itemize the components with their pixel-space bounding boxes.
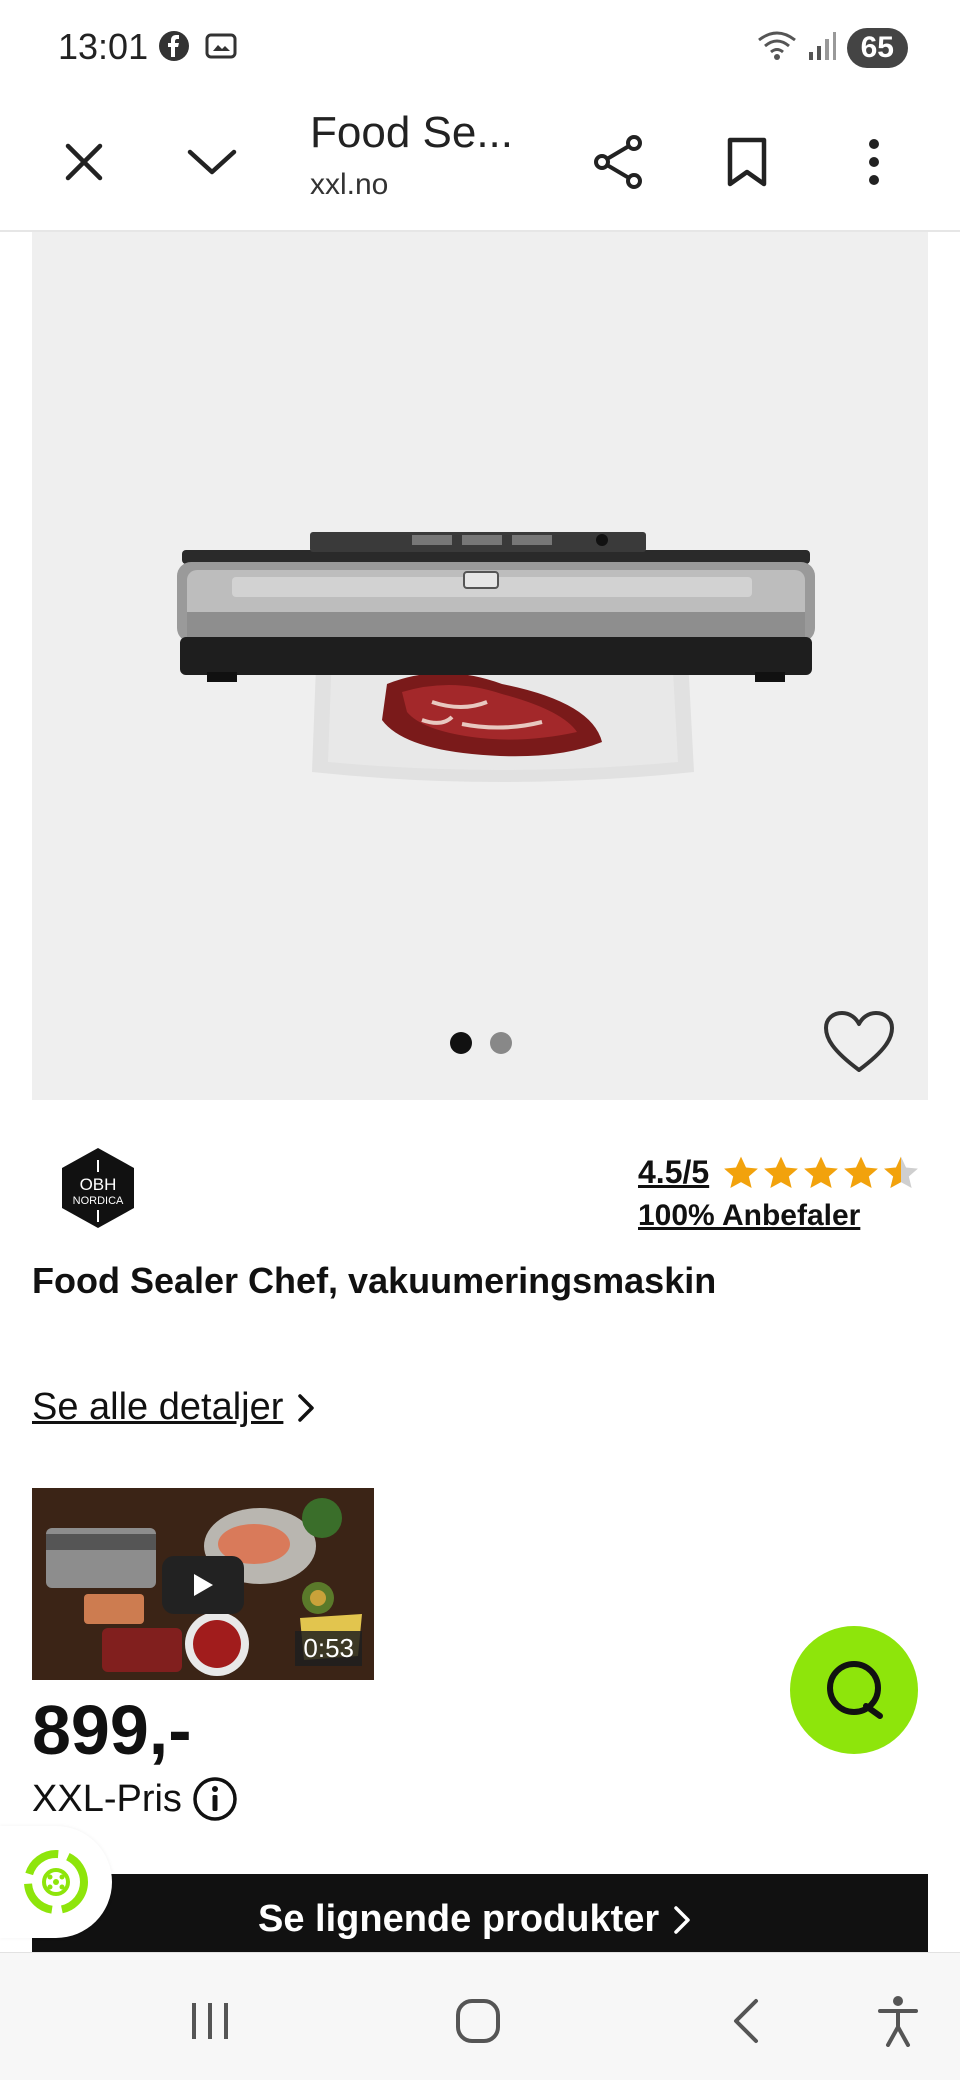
browser-toolbar: Food Se... xxl.no [0, 96, 960, 232]
chat-icon [827, 1661, 883, 1719]
similar-products-button[interactable]: Se lignende produkter [32, 1874, 928, 1952]
see-all-details-link[interactable]: Se alle detaljer [32, 1386, 315, 1429]
product-title: Food Sealer Chef, vakuumeringsmaskin [32, 1260, 717, 1301]
carousel-dot[interactable] [490, 1032, 512, 1054]
star-icon [763, 1156, 798, 1188]
star-icon [723, 1156, 758, 1188]
star-icon [803, 1156, 838, 1188]
rating-stars [722, 1155, 920, 1191]
status-notification-icons [158, 30, 238, 67]
star-icon [843, 1156, 878, 1188]
recent-apps-icon[interactable] [178, 1989, 242, 2053]
product-price: 899,- [32, 1691, 192, 1769]
svg-text:NORDICA: NORDICA [73, 1195, 124, 1207]
home-icon[interactable] [446, 1989, 510, 2053]
heart-icon[interactable] [822, 1010, 896, 1076]
status-system-icons: 65 [757, 28, 908, 68]
sustainability-badge[interactable] [0, 1826, 112, 1938]
close-icon[interactable] [48, 126, 120, 198]
brand-logo[interactable]: OBH NORDICA [60, 1146, 136, 1230]
facebook-icon [158, 30, 190, 67]
info-icon[interactable] [192, 1776, 238, 1822]
signal-icon [807, 30, 837, 67]
product-image-carousel[interactable] [32, 232, 928, 1100]
rating-value[interactable]: 4.5/5 [638, 1154, 709, 1191]
recommend-percentage[interactable]: 100% Anbefaler [638, 1199, 920, 1233]
battery-indicator: 65 [846, 28, 908, 68]
bookmark-icon[interactable] [711, 126, 783, 198]
play-icon[interactable] [162, 1556, 244, 1614]
svg-text:OBH: OBH [80, 1175, 117, 1194]
carousel-dot[interactable] [450, 1032, 472, 1054]
similar-products-label: Se lignende produkter [258, 1898, 660, 1940]
system-nav-bar [0, 1952, 960, 2080]
chevron-right-icon [298, 1393, 315, 1422]
product-video-thumbnail[interactable]: 0:53 [32, 1488, 374, 1680]
screenshot-icon [204, 30, 238, 67]
video-duration: 0:53 [295, 1631, 362, 1666]
wifi-icon [757, 30, 797, 67]
star-half-icon [883, 1156, 918, 1188]
chevron-down-icon[interactable] [176, 126, 248, 198]
page-url[interactable]: xxl.no [310, 168, 388, 202]
page-title[interactable]: Food Se... [310, 108, 513, 158]
accessibility-icon[interactable] [866, 1989, 930, 2053]
details-link-label: Se alle detaljer [32, 1386, 284, 1428]
chevron-right-icon [674, 1905, 690, 1934]
status-bar: 13:01 65 [0, 0, 960, 96]
similar-products-label-row: Se lignende produkter [258, 1898, 691, 1941]
back-icon[interactable] [714, 1989, 778, 2053]
recycle-icon [24, 1850, 88, 1914]
product-rating[interactable]: 4.5/5 100% Anbefaler [638, 1154, 920, 1233]
share-icon[interactable] [582, 126, 654, 198]
price-label-row: XXL-Pris [32, 1776, 238, 1822]
more-vert-icon[interactable] [838, 126, 910, 198]
vacuum-sealer-image [177, 532, 815, 782]
chat-button[interactable] [790, 1626, 918, 1754]
price-label: XXL-Pris [32, 1777, 182, 1820]
carousel-indicators[interactable] [450, 1032, 512, 1054]
status-time: 13:01 [58, 26, 149, 67]
